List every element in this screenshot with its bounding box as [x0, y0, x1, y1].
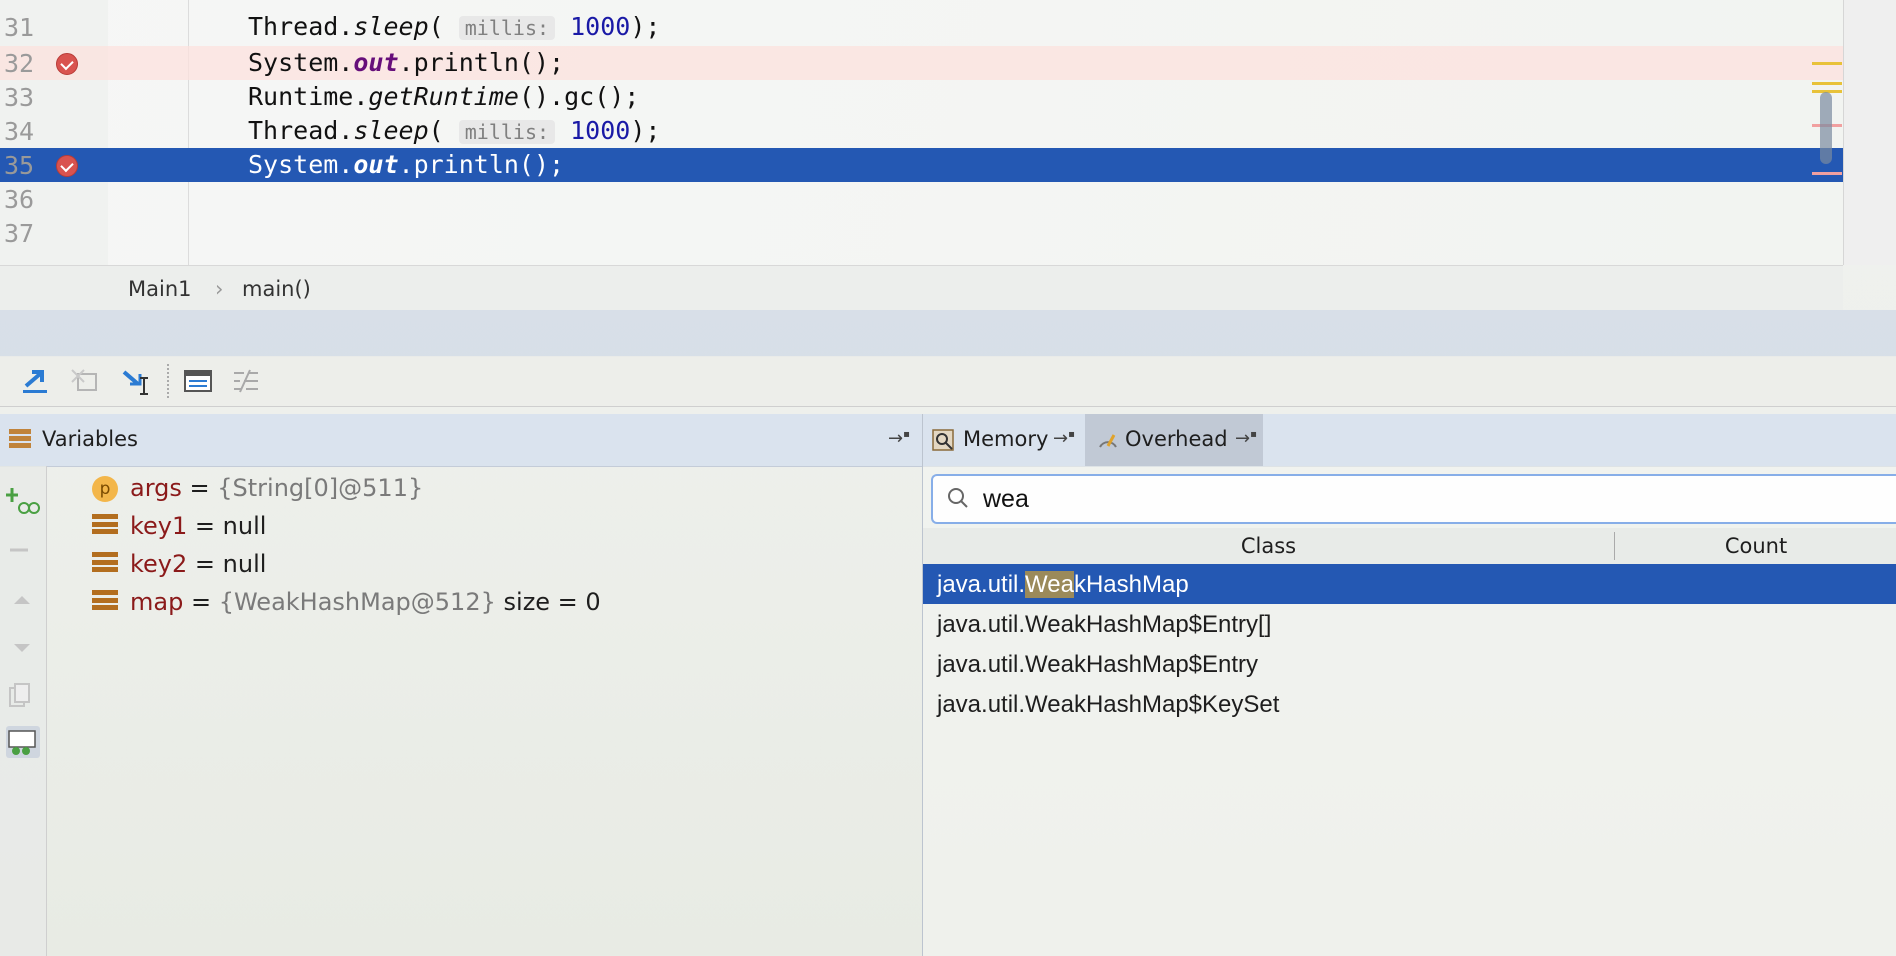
- run-to-cursor-icon[interactable]: [120, 366, 152, 396]
- parameter-hint: millis:: [458, 16, 556, 40]
- variables-header: Variables →▪: [0, 414, 922, 467]
- trace-stream-icon[interactable]: [230, 366, 262, 396]
- line-number: 32: [4, 49, 35, 78]
- code-line-33[interactable]: 33 Runtime.getRuntime().gc();: [0, 80, 1843, 114]
- line-number: 36: [4, 185, 35, 214]
- parameter-icon: p: [92, 476, 118, 502]
- breakpoint-marker[interactable]: [1812, 172, 1842, 175]
- code-text: Runtime.getRuntime().gc();: [248, 82, 640, 111]
- code-text: System.out.println();: [248, 150, 565, 179]
- variable-value: null: [222, 512, 267, 540]
- breakpoint-icon[interactable]: [56, 155, 78, 177]
- code-line-35-current[interactable]: 35 System.out.println();: [0, 148, 1843, 182]
- tab-memory[interactable]: Memory →▪: [923, 414, 1083, 466]
- editor-scrollbar[interactable]: [1820, 92, 1832, 164]
- class-name: java.util.WeakHashMap: [937, 571, 1189, 598]
- code-line-32[interactable]: 32 System.out.println();: [0, 46, 1843, 80]
- search-match: Wea: [1025, 571, 1074, 598]
- field-icon: [92, 590, 118, 616]
- pin-icon[interactable]: →▪: [1053, 428, 1075, 449]
- line-number: 34: [4, 117, 35, 146]
- panel-splitter[interactable]: [0, 310, 1896, 357]
- warning-marker[interactable]: [1812, 62, 1842, 65]
- tab-overhead[interactable]: Overhead →▪: [1085, 414, 1263, 466]
- table-row[interactable]: java.util.WeakHashMap$Entry[]: [923, 604, 1896, 644]
- pin-icon[interactable]: →▪: [1235, 428, 1257, 449]
- debug-toolbar: [0, 356, 1896, 407]
- variables-title: Variables: [42, 427, 138, 451]
- class-name: java.util.WeakHashMap$Entry[]: [937, 611, 1272, 638]
- show-watches-icon[interactable]: [6, 726, 40, 758]
- remove-watch-icon[interactable]: [6, 534, 40, 566]
- memory-icon: [932, 429, 954, 451]
- variable-name: key1: [130, 512, 188, 540]
- search-input[interactable]: [983, 482, 1783, 516]
- variable-name: key2: [130, 550, 188, 578]
- tab-memory-label: Memory: [963, 427, 1049, 451]
- variable-size: size = 0: [503, 588, 601, 616]
- class-search-box[interactable]: [931, 474, 1896, 524]
- variable-name: args: [130, 474, 182, 502]
- column-header-class[interactable]: Class: [923, 528, 1614, 564]
- code-line-36[interactable]: 36: [0, 182, 1843, 216]
- code-editor[interactable]: 31 Thread.sleep( millis: 1000); 32 Syste…: [0, 0, 1896, 265]
- evaluate-expression-icon[interactable]: [182, 366, 214, 396]
- class-name: java.util.WeakHashMap$Entry: [937, 651, 1259, 678]
- code-line-31[interactable]: 31 Thread.sleep( millis: 1000);: [0, 10, 1843, 44]
- gauge-icon: [1099, 434, 1117, 448]
- move-up-icon[interactable]: [6, 584, 40, 616]
- warning-marker[interactable]: [1812, 82, 1842, 85]
- parameter-hint: millis:: [458, 120, 556, 144]
- copy-icon[interactable]: [6, 680, 40, 712]
- pin-icon[interactable]: →▪: [888, 428, 910, 449]
- memory-panel: Class Count java.util.WeakHashMap java.u…: [922, 466, 1896, 956]
- breadcrumb-separator: ›: [215, 277, 224, 301]
- variable-name: map: [130, 588, 184, 616]
- search-icon: [948, 488, 968, 508]
- error-stripe[interactable]: [1843, 0, 1896, 265]
- variables-icon: [9, 429, 31, 451]
- line-number: 31: [4, 13, 35, 42]
- table-row[interactable]: java.util.WeakHashMap: [923, 564, 1896, 604]
- drop-frame-icon[interactable]: [70, 366, 102, 396]
- breadcrumb: Main1 › main(): [0, 265, 1843, 310]
- class-name: java.util.WeakHashMap$KeySet: [937, 691, 1280, 718]
- line-number: 37: [4, 219, 35, 248]
- toolbar-separator: [167, 364, 170, 398]
- code-line-37[interactable]: 37: [0, 216, 1843, 250]
- line-number: 33: [4, 83, 35, 112]
- tab-bar: Memory →▪ Overhead →▪: [922, 414, 1896, 467]
- variable-value: {String[0]@511}: [217, 474, 424, 502]
- code-text: Thread.sleep( millis: 1000);: [248, 116, 661, 145]
- move-down-icon[interactable]: [6, 632, 40, 664]
- field-icon: [92, 552, 118, 578]
- variables-side-toolbar: [0, 466, 47, 956]
- variable-value: {WeakHashMap@512}: [218, 588, 496, 616]
- field-icon: [92, 514, 118, 540]
- code-text: Thread.sleep( millis: 1000);: [248, 12, 661, 41]
- table-row[interactable]: java.util.WeakHashMap$Entry: [923, 644, 1896, 684]
- step-out-icon[interactable]: [20, 366, 52, 396]
- breadcrumb-class[interactable]: Main1: [128, 277, 192, 301]
- table-header: Class Count: [923, 528, 1896, 565]
- code-line-34[interactable]: 34 Thread.sleep( millis: 1000);: [0, 114, 1843, 148]
- breakpoint-icon[interactable]: [56, 53, 78, 75]
- tab-overhead-label: Overhead: [1125, 427, 1228, 451]
- column-header-count[interactable]: Count: [1615, 528, 1896, 564]
- code-text: System.out.println();: [248, 48, 565, 77]
- new-watch-icon[interactable]: [6, 484, 40, 516]
- breadcrumb-method[interactable]: main(): [242, 277, 311, 301]
- table-row[interactable]: java.util.WeakHashMap$KeySet: [923, 684, 1896, 724]
- line-number: 35: [4, 151, 35, 180]
- variable-value: null: [222, 550, 267, 578]
